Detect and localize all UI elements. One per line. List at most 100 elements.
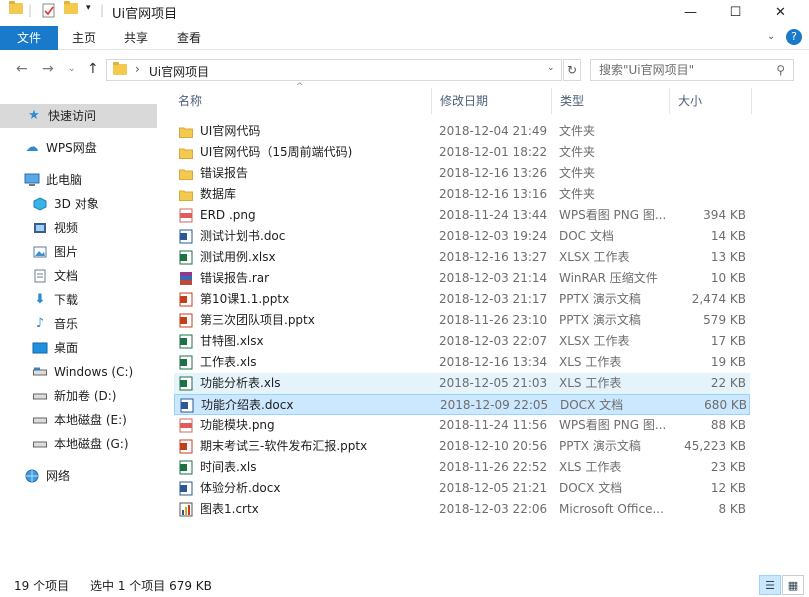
sidebar-item-wps-cloud[interactable]: ☁ WPS网盘 (24, 136, 97, 160)
file-row[interactable]: 数据库 2018-12-16 13:16 文件夹 (174, 184, 750, 205)
sidebar-item-this-pc[interactable]: 此电脑 (24, 168, 82, 192)
file-type: XLS 工作表 (559, 355, 622, 369)
sidebar-item-label: 网络 (46, 469, 71, 483)
file-row[interactable]: 功能介绍表.docx 2018-12-09 22:05 DOCX 文档 680 KB (174, 394, 750, 415)
close-button[interactable]: ✕ (758, 0, 803, 24)
file-date: 2018-11-24 11:56 (439, 418, 548, 432)
sidebar-item-pictures[interactable]: 图片 (32, 240, 78, 264)
file-row[interactable]: 图表1.crtx 2018-12-03 22:06 Microsoft Office… (174, 499, 750, 520)
sidebar-item-documents[interactable]: 文档 (32, 264, 78, 288)
sidebar-item-videos[interactable]: 视频 (32, 216, 78, 240)
file-type: PPTX 演示文稿 (559, 313, 641, 327)
tab-view[interactable]: 查看 (165, 26, 213, 50)
maximize-button[interactable]: ☐ (713, 0, 758, 24)
doc-file-icon (179, 229, 193, 244)
search-input[interactable]: 搜索"Ui官网项目" ⚲ (590, 59, 794, 81)
file-size: 88 KB (710, 418, 746, 432)
expand-ribbon-icon[interactable]: ⌄ (767, 31, 775, 42)
recent-locations-icon[interactable]: ⌄ (68, 64, 76, 74)
column-type[interactable]: 类型 (552, 88, 670, 114)
cloud-icon: ☁ (25, 140, 39, 155)
back-arrow-icon[interactable]: ← (16, 61, 28, 77)
column-size[interactable]: 大小 (670, 88, 752, 114)
file-type: WPS看图 PNG 图... (559, 208, 667, 222)
properties-icon[interactable] (42, 3, 56, 18)
png-file-icon (179, 208, 193, 223)
file-date: 2018-12-01 18:22 (439, 145, 548, 159)
file-size: 8 KB (718, 502, 746, 516)
star-icon: ★ (28, 108, 40, 123)
file-type: DOCX 文档 (560, 398, 624, 412)
file-row[interactable]: 体验分析.docx 2018-12-05 21:21 DOCX 文档 12 KB (174, 478, 750, 499)
tab-home[interactable]: 主页 (60, 26, 108, 50)
file-size: 394 KB (703, 208, 746, 222)
forward-arrow-icon[interactable]: → (42, 61, 54, 77)
address-bar: ← → ⌄ ↑ › Ui官网项目 ⌄ ↻ 搜索"Ui官网项目" ⚲ (0, 55, 809, 85)
sidebar-item-network[interactable]: 网络 (24, 464, 70, 488)
file-row[interactable]: 时间表.xls 2018-11-26 22:52 XLS 工作表 23 KB (174, 457, 750, 478)
file-name: 功能分析表.xls (200, 376, 281, 390)
sidebar-item-label: 视频 (54, 221, 79, 235)
file-type: DOCX 文档 (559, 481, 623, 495)
new-folder-icon[interactable] (64, 1, 78, 14)
file-row[interactable]: 错误报告.rar 2018-12-03 21:14 WinRAR 压缩文件 10 KB (174, 268, 750, 289)
sidebar-item-downloads[interactable]: ⬇ 下载 (32, 288, 78, 312)
folder-file-icon (179, 166, 193, 181)
sidebar-item-desktop[interactable]: 桌面 (32, 336, 78, 360)
breadcrumb-separator[interactable]: › (135, 62, 140, 76)
file-row[interactable]: 错误报告 2018-12-16 13:26 文件夹 (174, 163, 750, 184)
breadcrumb[interactable]: Ui官网项目 (149, 63, 209, 80)
address-dropdown-icon[interactable]: ⌄ (547, 63, 555, 73)
file-row[interactable]: UI官网代码 2018-12-04 21:49 文件夹 (174, 121, 750, 142)
xls-file-icon (179, 355, 193, 370)
search-icon[interactable]: ⚲ (776, 60, 785, 80)
drive-icon (32, 413, 48, 427)
file-date: 2018-12-04 21:49 (439, 124, 548, 138)
tab-share[interactable]: 共享 (112, 26, 160, 50)
tab-file[interactable]: 文件 (0, 26, 58, 50)
file-row[interactable]: 工作表.xls 2018-12-16 13:34 XLS 工作表 19 KB (174, 352, 750, 373)
file-name: 期末考试三-软件发布汇报.pptx (200, 439, 368, 453)
sidebar-item-quick-access[interactable]: ★ 快速访问 (0, 104, 157, 128)
cube-icon (32, 197, 48, 211)
file-row[interactable]: 测试计划书.doc 2018-12-03 19:24 DOC 文档 14 KB (174, 226, 750, 247)
refresh-icon[interactable]: ↻ (563, 59, 581, 81)
file-size: 680 KB (704, 398, 747, 412)
sidebar-item-drive-e[interactable]: 本地磁盘 (E:) (32, 408, 127, 432)
file-name: 测试计划书.doc (200, 229, 286, 243)
sidebar-item-3d-objects[interactable]: 3D 对象 (32, 192, 99, 216)
file-row[interactable]: 第10课1.1.pptx 2018-12-03 21:17 PPTX 演示文稿 2,4… (174, 289, 750, 310)
column-date[interactable]: 修改日期 (432, 88, 552, 114)
up-arrow-icon[interactable]: ↑ (87, 61, 99, 77)
file-row[interactable]: 甘特图.xlsx 2018-12-03 22:07 XLSX 工作表 17 KB (174, 331, 750, 352)
sidebar-item-music[interactable]: ♪ 音乐 (32, 312, 78, 336)
file-row[interactable]: 功能分析表.xls 2018-12-05 21:03 XLS 工作表 22 KB (174, 373, 750, 394)
music-icon: ♪ (35, 316, 45, 331)
file-row[interactable]: 功能模块.png 2018-11-24 11:56 WPS看图 PNG 图... 88… (174, 415, 750, 436)
desktop-icon (32, 341, 48, 355)
minimize-button[interactable]: — (668, 0, 713, 24)
details-view-icon[interactable]: ☰ (759, 575, 781, 595)
sidebar-item-label: 本地磁盘 (G:) (54, 437, 129, 451)
address-field[interactable]: › Ui官网项目 ⌄ (106, 59, 562, 81)
sidebar-item-drive-c[interactable]: Windows (C:) (32, 360, 133, 384)
file-size: 2,474 KB (691, 292, 746, 306)
help-icon[interactable]: ? (786, 29, 802, 45)
sidebar-item-drive-g[interactable]: 本地磁盘 (G:) (32, 432, 129, 456)
sidebar-item-drive-d[interactable]: 新加卷 (D:) (32, 384, 116, 408)
file-row[interactable]: 期末考试三-软件发布汇报.pptx 2018-12-10 20:56 PPTX 演示… (174, 436, 750, 457)
rar-file-icon (179, 271, 193, 286)
customize-toolbar-icon[interactable]: ▾ (86, 3, 91, 13)
column-name[interactable]: 名称 (170, 88, 432, 114)
file-name: 数据库 (200, 187, 237, 201)
file-row[interactable]: 测试用例.xlsx 2018-12-16 13:27 XLSX 工作表 13 KB (174, 247, 750, 268)
folder-file-icon (179, 124, 193, 139)
xls-file-icon (179, 250, 193, 265)
file-row[interactable]: 第三次团队项目.pptx 2018-11-26 23:10 PPTX 演示文稿 579… (174, 310, 750, 331)
file-row[interactable]: UI官网代码（15周前端代码) 2018-12-01 18:22 文件夹 (174, 142, 750, 163)
file-type: XLSX 工作表 (559, 250, 630, 264)
file-row[interactable]: ERD .png 2018-11-24 13:44 WPS看图 PNG 图... 39… (174, 205, 750, 226)
folder-icon (113, 62, 127, 75)
large-icons-view-icon[interactable]: ▦ (782, 575, 804, 595)
sidebar-item-label: 3D 对象 (54, 197, 99, 211)
